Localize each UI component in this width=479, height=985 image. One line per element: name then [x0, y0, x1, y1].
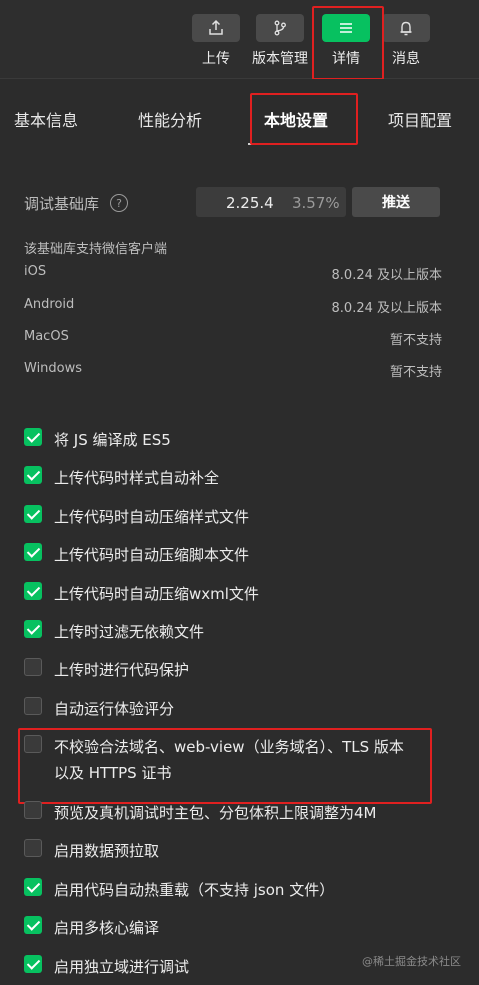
option-label: 上传代码时自动压缩wxml文件: [54, 585, 259, 603]
messages-tool[interactable]: 消息: [378, 14, 434, 68]
support-row-windows: Windows 暂不支持: [24, 361, 442, 381]
support-name: Android: [24, 297, 75, 312]
upload-icon: [209, 19, 223, 35]
library-version: 2.25.4: [226, 194, 274, 212]
details-tool[interactable]: 详情: [318, 14, 374, 68]
help-icon[interactable]: ?: [110, 194, 128, 212]
support-value: 暂不支持: [389, 333, 442, 348]
tab-performance[interactable]: 性能分析: [138, 107, 202, 131]
checkbox[interactable]: [24, 582, 42, 600]
library-percent: 3.57%: [292, 194, 340, 212]
option-label: 上传代码时自动压缩样式文件: [54, 508, 250, 526]
checkbox[interactable]: [24, 878, 42, 896]
debug-library-label: 调试基础库: [24, 195, 100, 213]
checkbox[interactable]: [24, 801, 42, 819]
option-label: 上传代码时自动压缩脚本文件: [54, 546, 250, 564]
library-version-select[interactable]: 2.25.4 3.57%: [196, 187, 346, 217]
tab-local-settings[interactable]: 本地设置: [264, 107, 328, 131]
support-value: 8.0.24 及以上版本: [331, 268, 442, 283]
checkbox[interactable]: [24, 543, 42, 561]
upload-tool[interactable]: 上传: [188, 14, 244, 68]
watermark: @稀土掘金技术社区: [362, 955, 461, 968]
active-tab-underline: [248, 143, 356, 145]
debug-library-row: 调试基础库 ? 2.25.4 3.57% 推送: [24, 186, 454, 218]
version-label: 版本管理: [252, 51, 308, 67]
support-row-android: Android 8.0.24 及以上版本: [24, 297, 442, 317]
checkbox[interactable]: [24, 839, 42, 857]
tab-bar: 基本信息 性能分析 本地设置 项目配置: [0, 79, 479, 149]
messages-label: 消息: [392, 51, 420, 67]
checkbox[interactable]: [24, 735, 42, 753]
support-row-ios: iOS 8.0.24 及以上版本: [24, 264, 442, 284]
menu-icon: [340, 23, 352, 33]
tab-basic-info[interactable]: 基本信息: [14, 107, 78, 131]
option-label: 启用数据预拉取: [54, 842, 160, 860]
branch-icon: [274, 20, 286, 36]
support-title: 该基础库支持微信客户端: [24, 242, 168, 257]
option-label: 自动运行体验评分: [54, 700, 175, 718]
option-label: 将 JS 编译成 ES5: [54, 431, 171, 449]
option-label: 不校验合法域名、web-view（业务域名）、TLS 版本以及 HTTPS 证书: [54, 738, 404, 782]
checkbox[interactable]: [24, 505, 42, 523]
checkbox[interactable]: [24, 428, 42, 446]
support-value: 暂不支持: [389, 365, 442, 380]
upload-label: 上传: [202, 51, 230, 67]
details-button[interactable]: [322, 14, 370, 42]
messages-button[interactable]: [382, 14, 430, 42]
support-name: MacOS: [24, 329, 69, 344]
push-button[interactable]: 推送: [352, 187, 440, 217]
support-name: iOS: [24, 264, 47, 279]
top-toolbar: 上传 版本管理 详情 消息: [0, 0, 479, 79]
option-label: 上传时进行代码保护: [54, 661, 190, 679]
option-label: 预览及真机调试时主包、分包体积上限调整为4M: [54, 804, 377, 822]
upload-button[interactable]: [192, 14, 240, 42]
option-label: 启用多核心编译: [54, 919, 160, 937]
option-label: 上传时过滤无依赖文件: [54, 623, 205, 641]
checkbox[interactable]: [24, 697, 42, 715]
checkbox[interactable]: [24, 620, 42, 638]
option-label: 上传代码时样式自动补全: [54, 469, 220, 487]
tab-project-config[interactable]: 项目配置: [388, 107, 452, 131]
support-row-macos: MacOS 暂不支持: [24, 329, 442, 349]
details-label: 详情: [332, 51, 360, 67]
checkbox[interactable]: [24, 955, 42, 973]
checkbox[interactable]: [24, 916, 42, 934]
support-name: Windows: [24, 361, 83, 376]
checkbox[interactable]: [24, 658, 42, 676]
support-value: 8.0.24 及以上版本: [331, 301, 442, 316]
option-label: 启用代码自动热重载（不支持 json 文件）: [54, 881, 335, 899]
checkbox[interactable]: [24, 466, 42, 484]
bell-icon: [400, 21, 412, 36]
version-button[interactable]: [256, 14, 304, 42]
version-tool[interactable]: 版本管理: [252, 14, 308, 68]
